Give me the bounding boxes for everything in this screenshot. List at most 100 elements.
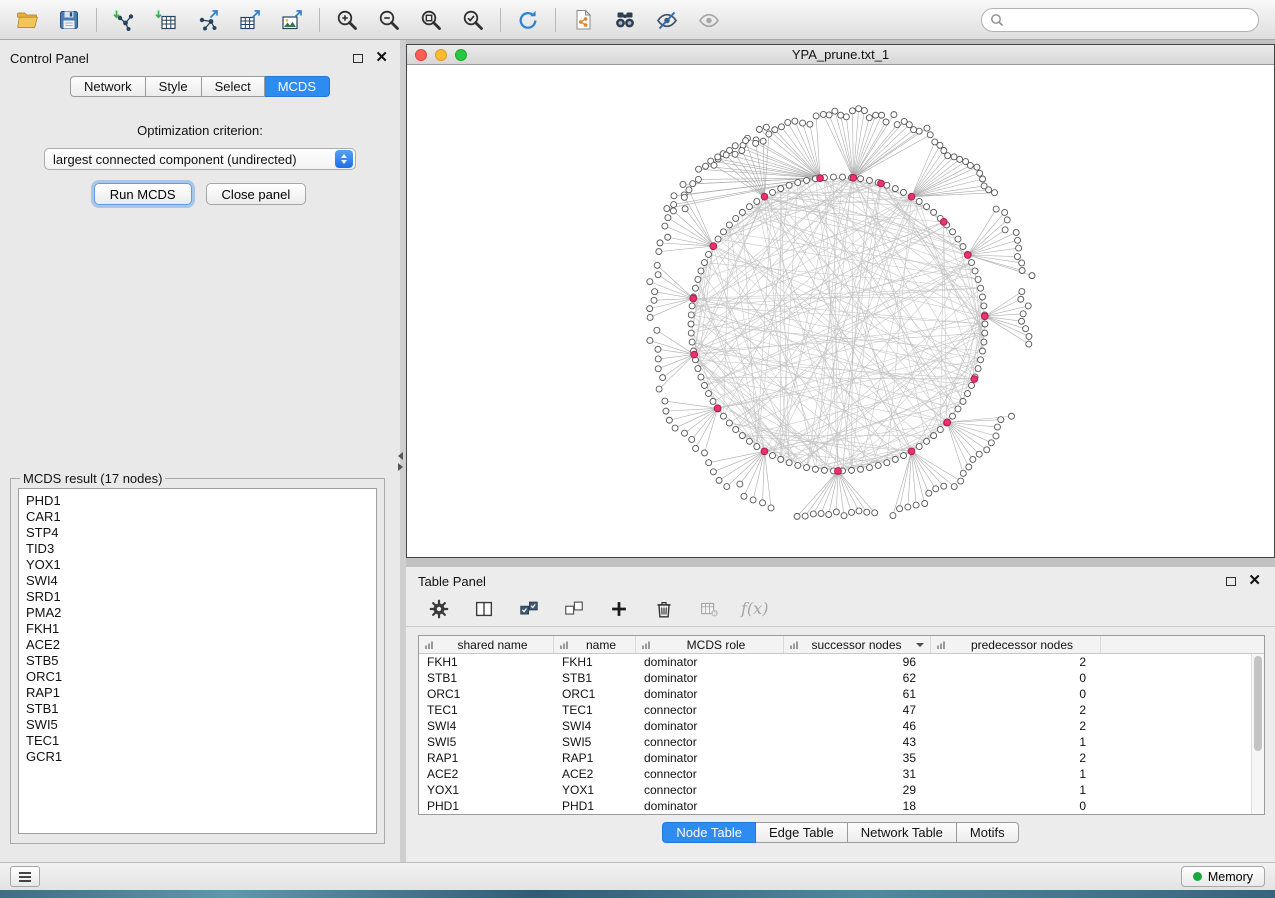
table-row[interactable]: SWI4SWI4dominator462 [419, 718, 1264, 734]
table-cell: 1 [931, 767, 1101, 781]
mcds-result-item[interactable]: ORC1 [19, 669, 376, 685]
sort-icon [936, 640, 946, 650]
mcds-result-item[interactable]: ACE2 [19, 637, 376, 653]
mcds-result-item[interactable]: STB1 [19, 701, 376, 717]
tab-network[interactable]: Network [70, 76, 146, 97]
status-bar: Memory [0, 862, 1275, 890]
search-input[interactable] [1010, 12, 1250, 27]
find-neighbors-button[interactable] [607, 5, 643, 35]
share-document-button[interactable] [565, 5, 601, 35]
trash-icon [653, 598, 675, 620]
tab-node-table[interactable]: Node Table [662, 822, 756, 843]
add-column-button[interactable] [606, 596, 632, 622]
zoom-in-button[interactable] [329, 5, 365, 35]
table-cell: connector [636, 783, 784, 797]
close-panel-button[interactable]: Close panel [206, 183, 307, 205]
memory-button[interactable]: Memory [1181, 866, 1265, 887]
tab-network-table[interactable]: Network Table [848, 822, 957, 843]
select-all-rows-button[interactable] [516, 596, 542, 622]
import-network-button[interactable] [106, 5, 142, 35]
network-window-titlebar[interactable]: YPA_prune.txt_1 [407, 45, 1274, 65]
columns-icon [473, 598, 495, 620]
show-all-button[interactable] [691, 5, 727, 35]
toggle-columns-button[interactable] [471, 596, 497, 622]
table-row[interactable]: TEC1TEC1connector472 [419, 702, 1264, 718]
float-table-panel-icon[interactable] [1226, 577, 1236, 586]
close-window-button[interactable] [415, 49, 427, 61]
tab-motifs[interactable]: Motifs [957, 822, 1019, 843]
mcds-result-list[interactable]: PHD1CAR1STP4TID3YOX1SWI4SRD1PMA2FKH1ACE2… [18, 488, 377, 834]
table-row[interactable]: FKH1FKH1dominator962 [419, 654, 1264, 670]
mcds-result-item[interactable]: STP4 [19, 525, 376, 541]
mcds-result-item[interactable]: RAP1 [19, 685, 376, 701]
search-box[interactable] [981, 8, 1259, 32]
scrollbar-thumb[interactable] [1254, 656, 1262, 751]
table-row[interactable]: ACE2ACE2connector311 [419, 766, 1264, 782]
float-panel-icon[interactable] [353, 54, 363, 63]
splitter-collapse-icon[interactable] [398, 452, 403, 471]
hide-selected-button[interactable] [649, 5, 685, 35]
table-scrollbar[interactable] [1251, 654, 1264, 814]
export-image-icon [280, 8, 304, 32]
save-session-button[interactable] [51, 5, 87, 35]
node-table-body: FKH1FKH1dominator962STB1STB1dominator620… [419, 654, 1264, 814]
network-canvas[interactable] [407, 65, 1274, 557]
table-settings-button[interactable] [426, 596, 452, 622]
table-row[interactable]: PHD1PHD1dominator180 [419, 798, 1264, 814]
zoom-out-button[interactable] [371, 5, 407, 35]
mcds-result-item[interactable]: GCR1 [19, 749, 376, 765]
deselect-all-rows-button[interactable] [561, 596, 587, 622]
zoom-selected-button[interactable] [455, 5, 491, 35]
column-header-successor-nodes[interactable]: successor nodes [784, 636, 931, 653]
table-cell: connector [636, 735, 784, 749]
close-panel-icon[interactable]: ✕ [375, 52, 388, 64]
delete-column-button[interactable] [651, 596, 677, 622]
refresh-layout-button[interactable] [510, 5, 546, 35]
zoom-fit-button[interactable] [413, 5, 449, 35]
table-row[interactable]: STB1STB1dominator620 [419, 670, 1264, 686]
export-network-button[interactable] [190, 5, 226, 35]
table-cell: ACE2 [419, 767, 554, 781]
run-mcds-button[interactable]: Run MCDS [94, 183, 192, 205]
column-header-name[interactable]: name [554, 636, 636, 653]
minimize-window-button[interactable] [435, 49, 447, 61]
select-stepper-icon [335, 150, 353, 168]
mcds-result-item[interactable]: SWI5 [19, 717, 376, 733]
table-cell: 96 [784, 655, 931, 669]
sort-icon [789, 640, 799, 650]
open-file-button[interactable] [9, 5, 45, 35]
select-all-icon [518, 598, 540, 620]
mcds-result-item[interactable]: PMA2 [19, 605, 376, 621]
table-row[interactable]: RAP1RAP1dominator352 [419, 750, 1264, 766]
sort-icon [641, 640, 651, 650]
column-header-predecessor-nodes[interactable]: predecessor nodes [931, 636, 1101, 653]
mcds-result-item[interactable]: FKH1 [19, 621, 376, 637]
mcds-result-item[interactable]: SWI4 [19, 573, 376, 589]
table-row[interactable]: SWI5SWI5connector431 [419, 734, 1264, 750]
table-cell: 2 [931, 703, 1101, 717]
table-row[interactable]: YOX1YOX1connector291 [419, 782, 1264, 798]
mcds-result-item[interactable]: SRD1 [19, 589, 376, 605]
mcds-result-item[interactable]: PHD1 [19, 493, 376, 509]
import-table-button[interactable] [148, 5, 184, 35]
mcds-result-item[interactable]: TEC1 [19, 733, 376, 749]
tab-style[interactable]: Style [146, 76, 202, 97]
criterion-select[interactable]: largest connected component (undirected) [44, 148, 356, 170]
mcds-result-item[interactable]: STB5 [19, 653, 376, 669]
close-table-panel-icon[interactable]: ✕ [1248, 575, 1261, 587]
tab-select[interactable]: Select [202, 76, 265, 97]
export-image-button[interactable] [274, 5, 310, 35]
column-header-shared-name[interactable]: shared name [419, 636, 554, 653]
export-table-button[interactable] [232, 5, 268, 35]
window-controls [415, 49, 467, 61]
tab-mcds[interactable]: MCDS [265, 76, 330, 97]
mcds-result-item[interactable]: TID3 [19, 541, 376, 557]
table-row[interactable]: ORC1ORC1dominator610 [419, 686, 1264, 702]
column-header-mcds-role[interactable]: MCDS role [636, 636, 784, 653]
function-builder-label: f(x) [741, 599, 768, 618]
mcds-result-item[interactable]: CAR1 [19, 509, 376, 525]
zoom-window-button[interactable] [455, 49, 467, 61]
show-panels-button[interactable] [10, 866, 40, 887]
tab-edge-table[interactable]: Edge Table [756, 822, 848, 843]
mcds-result-item[interactable]: YOX1 [19, 557, 376, 573]
